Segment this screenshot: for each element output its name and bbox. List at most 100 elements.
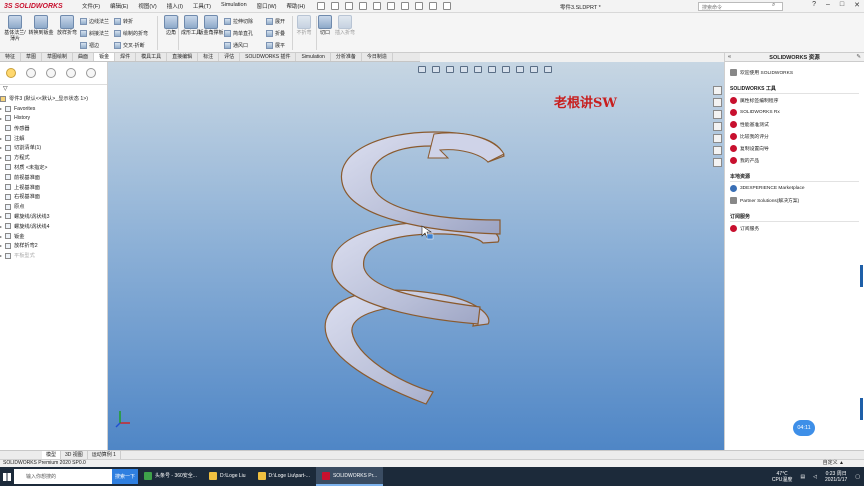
tree-item-flat-pattern[interactable]: ▸ 平板型式 <box>0 251 107 261</box>
tab-addins[interactable]: SOLIDWORKS 插件 <box>240 53 297 61</box>
menu-tools[interactable]: 工具(T) <box>193 2 211 10</box>
menu-help[interactable]: 帮助(H) <box>287 2 306 10</box>
benchmark-link[interactable]: 性能基准测试 <box>730 118 859 130</box>
tree-item-top-plane[interactable]: 上视基准面 <box>0 182 107 192</box>
tab-surfaces[interactable]: 曲面 <box>73 53 95 61</box>
tree-item-lofted-bend-2[interactable]: ▸ 放样折弯2 <box>0 241 107 251</box>
tree-item-origin[interactable]: 原点 <box>0 202 107 212</box>
print-icon[interactable] <box>373 2 382 10</box>
extruded-cut-button[interactable]: 拉伸切除 <box>224 16 253 26</box>
edge-flange-button[interactable]: 边线法兰 <box>80 16 109 26</box>
tree-item-favorites[interactable]: ▸ Favorites <box>0 104 107 114</box>
clock[interactable]: 0:23 周日 2021/1/17 <box>825 471 847 483</box>
fold-button[interactable]: 折叠 <box>266 28 285 38</box>
sketched-bend-button[interactable]: 绘制的折弯 <box>114 28 148 38</box>
home-icon[interactable] <box>317 2 326 10</box>
property-tab-builder-link[interactable]: 属性标签编制程序 <box>730 94 859 106</box>
my-products-link[interactable]: 我的产品 <box>730 154 859 166</box>
menu-view[interactable]: 视图(V) <box>138 2 156 10</box>
copy-settings-wizard-link[interactable]: 复制设置向导 <box>730 142 859 154</box>
tab-simulation[interactable]: Simulation <box>296 53 331 61</box>
feature-tree-tab-icon[interactable] <box>6 68 16 78</box>
new-file-icon[interactable] <box>331 2 340 10</box>
options-gear-icon[interactable] <box>443 2 452 10</box>
tab-mold-tools[interactable]: 模具工具 <box>136 53 168 61</box>
appearances-tab-icon[interactable] <box>713 134 722 143</box>
lofted-bend-button[interactable]: 放样折弯 <box>54 15 80 36</box>
cpu-temperature[interactable]: 47℃ CPU温度 <box>772 471 793 483</box>
minimize-button[interactable]: – <box>826 1 830 9</box>
miter-flange-button[interactable]: 斜接法兰 <box>80 28 109 38</box>
forum-tab-icon[interactable] <box>713 158 722 167</box>
tab-model[interactable]: 模型 <box>42 451 62 459</box>
tab-analysis-prep[interactable]: 分析准备 <box>331 53 362 61</box>
jog-button[interactable]: 转折 <box>114 16 133 26</box>
tab-sketch-ink[interactable]: 草图绘制 <box>42 53 74 61</box>
search-commands-input[interactable]: 搜索命令 <box>698 2 783 11</box>
design-library-tab-icon[interactable] <box>713 98 722 107</box>
insert-bends-button[interactable]: 插入折弯 <box>332 15 358 36</box>
tab-sheet-metal[interactable]: 钣金 <box>94 53 116 61</box>
welcome-link[interactable]: 欢迎使用 SOLIDWORKS <box>730 66 859 78</box>
display-manager-tab-icon[interactable] <box>86 68 96 78</box>
simple-hole-button[interactable]: 简单直孔 <box>224 28 253 38</box>
notification-icon[interactable]: ▢ <box>855 474 860 480</box>
collapse-arrows-icon[interactable]: « <box>728 54 731 60</box>
tree-item-history[interactable]: ▸ History <box>0 114 107 124</box>
tab-evaluate[interactable]: 评估 <box>219 53 241 61</box>
solidworks-logo[interactable]: 3S SOLIDWORKS <box>0 0 72 13</box>
open-file-icon[interactable] <box>345 2 354 10</box>
tree-item-helix-3[interactable]: ▸ 螺旋线/涡状线3 <box>0 212 107 222</box>
subscription-services-link[interactable]: 订阅服务 <box>730 222 859 234</box>
dimxpert-tab-icon[interactable] <box>66 68 76 78</box>
spiral-sheet-metal-model[interactable] <box>108 62 724 450</box>
view-palette-tab-icon[interactable] <box>713 122 722 131</box>
vent-button[interactable]: 通风口 <box>224 40 248 50</box>
tree-item-right-plane[interactable]: 右视基准面 <box>0 192 107 202</box>
menu-file[interactable]: 文件(F) <box>82 2 100 10</box>
menu-edit[interactable]: 编辑(E) <box>110 2 128 10</box>
tree-item-front-plane[interactable]: 前视基准面 <box>0 172 107 182</box>
partner-solutions-link[interactable]: Partner Solutions(解决方案) <box>730 194 859 206</box>
filter-icon[interactable]: ▽ <box>0 85 107 94</box>
status-customize[interactable]: 自定义 ▲ <box>823 460 844 467</box>
file-properties-icon[interactable] <box>429 2 438 10</box>
save-icon[interactable] <box>359 2 368 10</box>
flatten-button[interactable]: 展平 <box>266 40 285 50</box>
tab-make-today[interactable]: 今日制造 <box>362 53 393 61</box>
help-icon[interactable]: ? <box>812 1 816 9</box>
undo-icon[interactable] <box>387 2 396 10</box>
search-icon[interactable]: ⌕ <box>772 2 775 9</box>
solidworks-resources-tab-icon[interactable] <box>713 86 722 95</box>
task-pane-scroll-handle-lower[interactable] <box>860 398 863 420</box>
tab-sketch[interactable]: 草图 <box>21 53 43 61</box>
close-button[interactable]: ✕ <box>854 1 860 9</box>
tab-weldments[interactable]: 焊件 <box>115 53 137 61</box>
tab-direct-editing[interactable]: 直接编辑 <box>167 53 199 61</box>
tab-motion-study-1[interactable]: 运动算例 1 <box>88 451 121 459</box>
taskbar-app-solidworks[interactable]: SOLIDWORKS Pr... <box>315 467 384 486</box>
network-icon[interactable]: ▤ <box>800 474 805 480</box>
tree-root-part[interactable]: 零件3 (默认<<默认>_显示状态 1>) <box>0 94 107 104</box>
unfold-button[interactable]: 展开 <box>266 16 285 26</box>
base-flange-button[interactable]: 基体法兰/薄片 <box>2 15 28 42</box>
menu-insert[interactable]: 插入(I) <box>167 2 183 10</box>
graphics-area[interactable]: 老根讲SW <box>108 62 724 450</box>
tree-item-material[interactable]: 材质 <未指定> <box>0 163 107 173</box>
start-button[interactable] <box>0 467 14 486</box>
taskbar-search-button[interactable]: 搜索一下 <box>112 469 138 484</box>
marketplace-link[interactable]: 3DEXPERIENCE Marketplace <box>730 182 859 194</box>
select-icon[interactable] <box>401 2 410 10</box>
tab-3d-views[interactable]: 3D 视图 <box>61 451 88 459</box>
solidworks-rx-link[interactable]: SOLIDWORKS Rx <box>730 106 859 118</box>
tree-item-helix-4[interactable]: ▸ 螺旋线/涡状线4 <box>0 221 107 231</box>
tree-item-sheet-metal[interactable]: ▸ 钣金 <box>0 231 107 241</box>
volume-icon[interactable]: ◁ <box>813 474 817 480</box>
tree-item-sensors[interactable]: 传感器 <box>0 123 107 133</box>
property-manager-tab-icon[interactable] <box>26 68 36 78</box>
tab-markup[interactable]: 标注 <box>198 53 220 61</box>
task-pane-scroll-handle[interactable] <box>860 265 863 287</box>
custom-properties-tab-icon[interactable] <box>713 146 722 155</box>
sheet-metal-gusset-button[interactable]: 钣金角撑板 <box>198 15 224 36</box>
menu-simulation[interactable]: Simulation <box>221 2 247 10</box>
